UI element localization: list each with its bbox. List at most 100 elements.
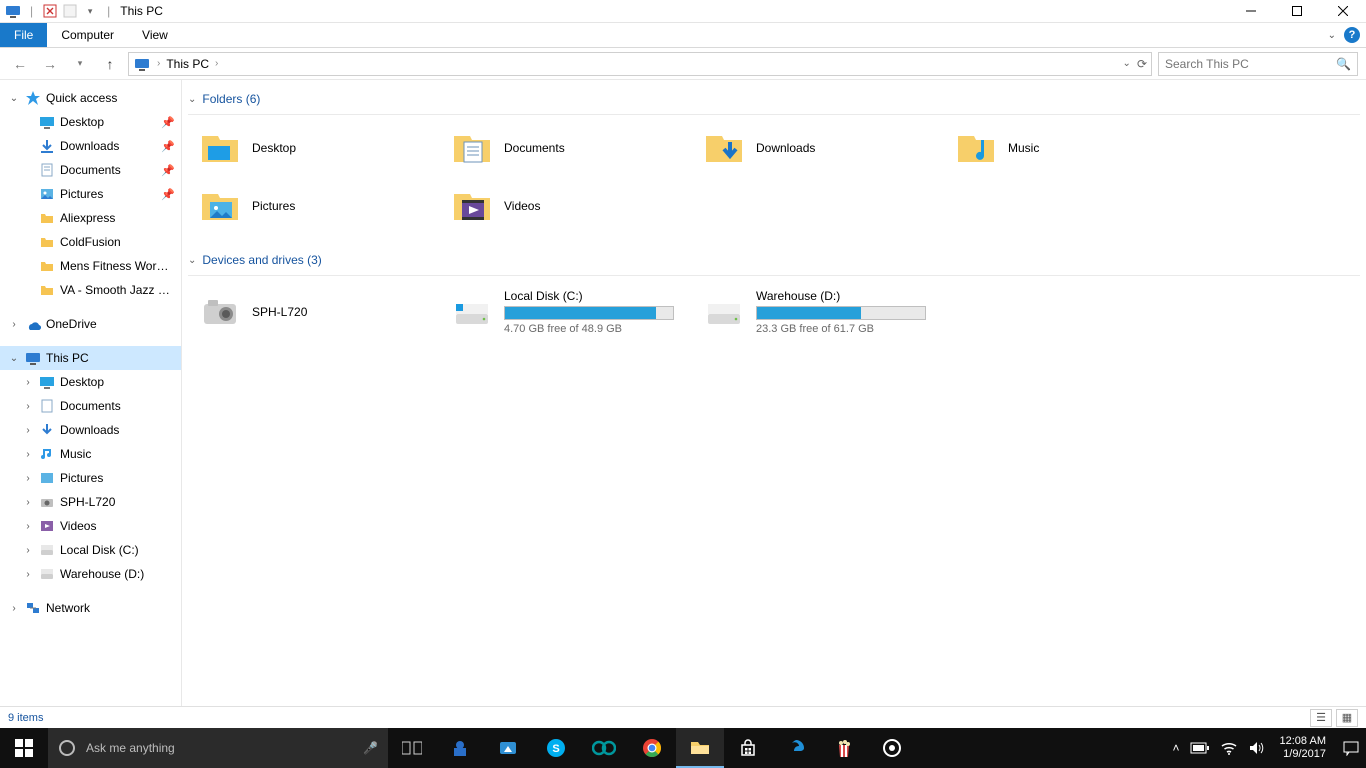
volume-icon[interactable] xyxy=(1248,741,1264,755)
help-button[interactable]: ? xyxy=(1344,27,1360,43)
folder-desktop[interactable]: Desktop xyxy=(188,123,440,173)
system-tray[interactable]: ˄ 12:08 AM 1/9/2017 xyxy=(1173,735,1366,760)
folder-downloads[interactable]: Downloads xyxy=(692,123,944,173)
nav-up-button[interactable]: ↑ xyxy=(98,52,122,76)
tree-item-aliexpress[interactable]: Aliexpress xyxy=(0,206,181,230)
maximize-button[interactable] xyxy=(1274,0,1320,23)
tree-network[interactable]: ›Network xyxy=(0,596,181,620)
group-header-folders[interactable]: ⌄ Folders (6) xyxy=(188,88,1360,115)
taskbar-popcorn[interactable] xyxy=(820,728,868,768)
tree-item-smooth-jazz[interactable]: VA - Smooth Jazz Chill xyxy=(0,278,181,302)
device-icon xyxy=(38,493,56,511)
taskbar-explorer[interactable] xyxy=(676,728,724,768)
taskbar[interactable]: Ask me anything 🎤 S ˄ 12:08 AM 1/9/2017 xyxy=(0,728,1366,768)
tree-pc-documents[interactable]: ›Documents xyxy=(0,394,181,418)
expand-icon[interactable]: › xyxy=(8,603,20,614)
tree-pc-pictures[interactable]: ›Pictures xyxy=(0,466,181,490)
refresh-button[interactable]: ⟳ xyxy=(1137,57,1147,71)
expand-icon[interactable]: › xyxy=(22,425,34,436)
tree-item-downloads[interactable]: Downloads📌 xyxy=(0,134,181,158)
drive-local-c[interactable]: Local Disk (C:) 4.70 GB free of 48.9 GB xyxy=(440,284,692,340)
taskbar-edge[interactable] xyxy=(772,728,820,768)
breadcrumb-this-pc[interactable]: This PC xyxy=(166,57,209,71)
view-details-button[interactable]: ☰ xyxy=(1310,709,1332,727)
tree-item-documents[interactable]: Documents📌 xyxy=(0,158,181,182)
tree-item-pictures[interactable]: Pictures📌 xyxy=(0,182,181,206)
address-bar[interactable]: › This PC › ⌄ ⟳ xyxy=(128,52,1152,76)
group-header-drives[interactable]: ⌄ Devices and drives (3) xyxy=(188,249,1360,276)
tree-pc-music[interactable]: ›Music xyxy=(0,442,181,466)
tree-pc-videos[interactable]: ›Videos xyxy=(0,514,181,538)
tree-pc-warehouse[interactable]: ›Warehouse (D:) xyxy=(0,562,181,586)
qat-properties-icon[interactable] xyxy=(41,2,59,20)
expand-icon[interactable]: › xyxy=(22,521,34,532)
battery-icon[interactable] xyxy=(1190,742,1210,754)
expand-icon[interactable]: › xyxy=(22,545,34,556)
ribbon-tab-computer[interactable]: Computer xyxy=(47,23,128,47)
close-button[interactable] xyxy=(1320,0,1366,23)
view-tiles-button[interactable]: ▦ xyxy=(1336,709,1358,727)
taskbar-app-2[interactable] xyxy=(484,728,532,768)
search-input[interactable] xyxy=(1165,57,1336,71)
expand-icon[interactable]: › xyxy=(22,449,34,460)
expand-icon[interactable]: › xyxy=(22,401,34,412)
collapse-icon[interactable]: ⌄ xyxy=(8,353,20,364)
drive-sph-l720[interactable]: SPH-L720 xyxy=(188,284,440,340)
taskbar-store[interactable] xyxy=(724,728,772,768)
address-dropdown-icon[interactable]: ⌄ xyxy=(1123,58,1131,69)
collapse-icon[interactable]: ⌄ xyxy=(188,94,196,105)
ribbon-tab-file[interactable]: File xyxy=(0,23,47,47)
folder-documents[interactable]: Documents xyxy=(440,123,692,173)
expand-icon[interactable]: › xyxy=(22,497,34,508)
expand-icon[interactable]: › xyxy=(22,569,34,580)
tree-this-pc[interactable]: ⌄This PC xyxy=(0,346,181,370)
expand-icon[interactable]: › xyxy=(8,319,20,330)
tree-quick-access[interactable]: ⌄ Quick access xyxy=(0,86,181,110)
breadcrumb-chevron-icon[interactable]: › xyxy=(157,58,160,69)
tree-item-coldfusion[interactable]: ColdFusion xyxy=(0,230,181,254)
drive-warehouse-d[interactable]: Warehouse (D:) 23.3 GB free of 61.7 GB xyxy=(692,284,944,340)
nav-recent-icon[interactable]: ▾ xyxy=(68,52,92,76)
ribbon-tab-view[interactable]: View xyxy=(128,23,182,47)
expand-icon[interactable]: › xyxy=(22,377,34,388)
tray-overflow-icon[interactable]: ˄ xyxy=(1173,741,1180,755)
breadcrumb-chevron-icon-2[interactable]: › xyxy=(215,58,218,69)
tree-label: Quick access xyxy=(46,91,117,105)
task-view-button[interactable] xyxy=(388,728,436,768)
action-center-icon[interactable] xyxy=(1342,740,1360,756)
qat-newfolder-icon[interactable] xyxy=(61,2,79,20)
qat-dropdown-icon[interactable]: ▾ xyxy=(81,2,99,20)
folder-videos[interactable]: Videos xyxy=(440,181,692,231)
taskbar-app-circle[interactable] xyxy=(868,728,916,768)
taskbar-app-1[interactable] xyxy=(436,728,484,768)
tree-pc-desktop[interactable]: ›Desktop xyxy=(0,370,181,394)
folder-music[interactable]: Music xyxy=(944,123,1196,173)
taskbar-arduino[interactable] xyxy=(580,728,628,768)
pin-icon: 📌 xyxy=(161,116,175,129)
cortana-search[interactable]: Ask me anything 🎤 xyxy=(48,728,388,768)
wifi-icon[interactable] xyxy=(1220,741,1238,755)
collapse-icon[interactable]: ⌄ xyxy=(8,93,20,104)
search-box[interactable]: 🔍 xyxy=(1158,52,1358,76)
folder-pictures[interactable]: Pictures xyxy=(188,181,440,231)
nav-back-button[interactable]: ← xyxy=(8,52,32,76)
start-button[interactable] xyxy=(0,728,48,768)
content-pane[interactable]: ⌄ Folders (6) Desktop Documents Download… xyxy=(182,80,1366,706)
tree-pc-local-disk[interactable]: ›Local Disk (C:) xyxy=(0,538,181,562)
navigation-pane[interactable]: ⌄ Quick access Desktop📌 Downloads📌 Docum… xyxy=(0,80,182,706)
search-icon[interactable]: 🔍 xyxy=(1336,57,1351,71)
tree-item-mens-fitness[interactable]: Mens Fitness Workout xyxy=(0,254,181,278)
nav-forward-button[interactable]: → xyxy=(38,52,62,76)
minimize-button[interactable] xyxy=(1228,0,1274,23)
tree-pc-sph[interactable]: ›SPH-L720 xyxy=(0,490,181,514)
taskbar-clock[interactable]: 12:08 AM 1/9/2017 xyxy=(1274,735,1332,760)
ribbon-expand-icon[interactable]: ⌄ xyxy=(1328,30,1336,41)
tree-item-desktop[interactable]: Desktop📌 xyxy=(0,110,181,134)
tree-pc-downloads[interactable]: ›Downloads xyxy=(0,418,181,442)
taskbar-chrome[interactable] xyxy=(628,728,676,768)
expand-icon[interactable]: › xyxy=(22,473,34,484)
taskbar-skype[interactable]: S xyxy=(532,728,580,768)
collapse-icon[interactable]: ⌄ xyxy=(188,255,196,266)
microphone-icon[interactable]: 🎤 xyxy=(363,741,378,755)
tree-onedrive[interactable]: ›OneDrive xyxy=(0,312,181,336)
